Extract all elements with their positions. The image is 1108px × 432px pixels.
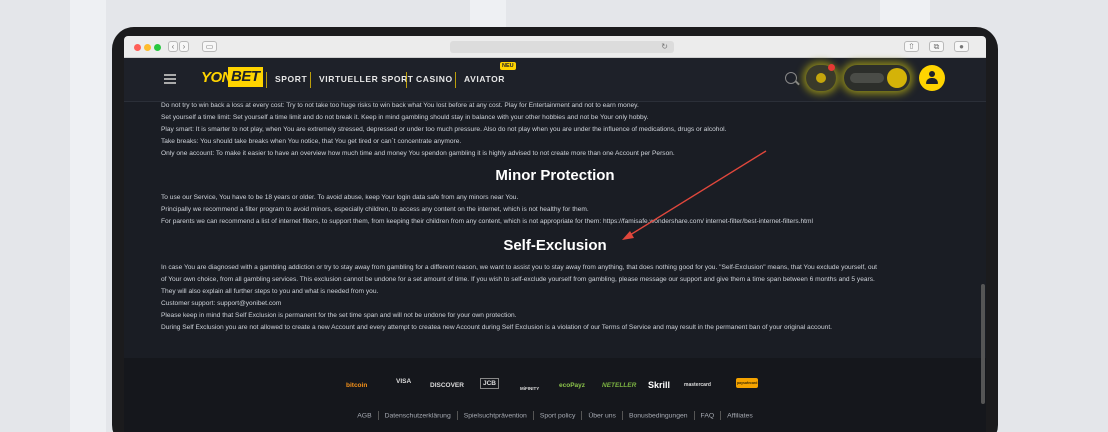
close-window-dot[interactable] [134,44,141,51]
notification-dot [828,64,835,71]
footer-link-faq[interactable]: FAQ [701,412,715,419]
footer-divider [377,411,379,420]
footer-divider [693,411,695,420]
extension-icon[interactable]: ● [954,41,969,52]
forward-icon[interactable]: › [179,41,189,52]
skrill-logo-icon: Skrill [648,380,671,390]
discover-logo-icon: DISCOVER [430,382,464,389]
mifinity-logo-icon: MiFINITY [520,386,540,391]
footer-link-spielsucht[interactable]: Spielsuchtprävention [464,412,527,419]
share-icon[interactable]: ⇧ [904,41,919,52]
browser-toolbar: ‹ › ▭ ↻ ⇧ ⧉ ● [124,36,986,58]
page-content: Do not try to win back a loss at every c… [124,102,986,358]
search-icon[interactable] [785,72,797,84]
balance-toggle[interactable] [844,65,910,91]
avatar-head [929,71,935,77]
logo-highlight[interactable]: BET [228,67,263,87]
footer-divider [456,411,458,420]
footer-link-datenschutz[interactable]: Datenschutzerklärung [385,412,451,419]
footer-divider [621,411,623,420]
paysafecard-logo-icon: paysafecard [736,378,759,388]
balance-field [850,73,884,83]
address-bar[interactable]: ↻ [450,41,674,53]
neteller-logo-icon: NETELLER [602,382,637,389]
back-icon[interactable]: ‹ [168,41,178,52]
nav-item-virtueller-sport[interactable]: VIRTUELLER SPORT [319,74,414,84]
user-avatar-icon[interactable] [919,65,945,91]
nav-item-sport[interactable]: SPORT [275,74,307,84]
browser-screen: ‹ › ▭ ↻ ⇧ ⧉ ● YONI BET SPORT VIRTUELLER … [124,36,986,432]
footer-divider [720,411,722,420]
visa-logo-icon: VISA [396,378,412,385]
scrollbar-thumb[interactable] [981,284,985,404]
reload-icon[interactable]: ↻ [661,41,668,53]
footer-link-agb[interactable]: AGB [357,412,371,419]
ecopayz-logo-icon: ecoPayz [559,382,586,389]
background-stripe [70,0,106,432]
annotation-arrow-icon [622,150,767,240]
nav-divider [406,72,407,88]
nav-divider [455,72,456,88]
footer-link-sport-policy[interactable]: Sport policy [540,412,576,419]
tabs-icon[interactable]: ⧉ [929,41,944,52]
footer-links: AGB Datenschutzerklärung Spielsuchtprävent… [124,411,986,420]
new-badge: NEU [500,62,516,70]
footer-link-affiliates[interactable]: Affiliates [727,412,753,419]
nav-item-aviator[interactable]: AVIATOR [464,74,505,84]
nav-divider [266,72,267,88]
menu-icon[interactable] [164,74,176,84]
bitcoin-logo-icon: bitcoin [346,382,368,389]
footer-divider [532,411,534,420]
jcb-logo-icon: JCB [480,378,500,389]
footer-link-bonus[interactable]: Bonusbedingungen [629,412,688,419]
nav-divider [310,72,311,88]
site-footer: bitcoin VISA DISCOVER JCB MiFINITY ecoPa… [124,358,986,432]
avatar-body [926,78,938,84]
maximize-window-dot[interactable] [154,44,161,51]
footer-link-ueber-uns[interactable]: Über uns [588,412,616,419]
nav-item-casino[interactable]: CASINO [416,74,453,84]
mastercard-logo-icon: mastercard [684,382,711,388]
footer-divider [581,411,583,420]
minimize-window-dot[interactable] [144,44,151,51]
toggle-knob [887,68,907,88]
sidebar-icon[interactable]: ▭ [202,41,217,52]
site-header: YONI BET SPORT VIRTUELLER SPORT CASINO A… [124,58,986,102]
